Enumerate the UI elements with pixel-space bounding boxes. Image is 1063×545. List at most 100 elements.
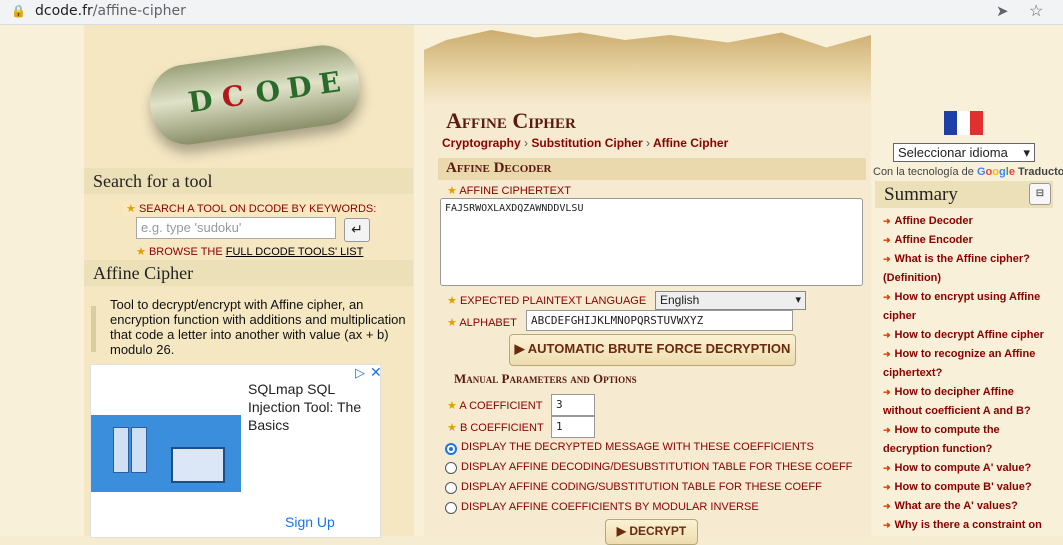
breadcrumb-substitution-cipher[interactable]: Substitution Cipher bbox=[531, 136, 642, 150]
bullet-icon: ➜ bbox=[883, 387, 891, 397]
summary-link[interactable]: Affine Encoder bbox=[895, 234, 973, 246]
a-coefficient-label-text: A COEFFICIENT bbox=[459, 400, 543, 412]
brute-force-decryption-button[interactable]: ▶ AUTOMATIC BRUTE FORCE DECRYPTION bbox=[509, 334, 796, 366]
send-icon[interactable]: ➤ bbox=[996, 2, 1009, 20]
google-logo[interactable]: Google bbox=[977, 166, 1015, 178]
logo-letter: D bbox=[186, 83, 215, 120]
summary-item[interactable]: ➜ How to decipher Affine without coeffici… bbox=[883, 383, 1053, 421]
option-radio-coding-table[interactable] bbox=[445, 482, 457, 494]
ad-signup-link[interactable]: Sign Up bbox=[285, 514, 335, 530]
breadcrumb-cryptography[interactable]: Cryptography bbox=[442, 136, 521, 150]
summary-link[interactable]: How to compute the decryption function? bbox=[883, 424, 1000, 455]
ad-title[interactable]: SQLmap SQL Injection Tool: The Basics bbox=[248, 380, 373, 434]
search-title-text: Search for a tool bbox=[93, 171, 213, 191]
translate-language-select[interactable]: Seleccionar idioma ▾ bbox=[893, 143, 1035, 162]
ciphertext-input[interactable]: FAJSRWOXLAXDQZAWNDDVLSU bbox=[440, 198, 863, 286]
summary-item[interactable]: ➜ How to compute the decryption function? bbox=[883, 421, 1053, 459]
summary-item[interactable]: ➜ How to recognize an Affine ciphertext? bbox=[883, 345, 1053, 383]
translator-link[interactable]: Traductor bbox=[1018, 166, 1063, 178]
bullet-icon: ➜ bbox=[883, 330, 891, 340]
ad-image[interactable] bbox=[91, 415, 241, 492]
summary-link[interactable]: What is the Affine cipher? (Definition) bbox=[883, 253, 1030, 284]
option-label[interactable]: DISPLAY AFFINE DECODING/DESUBSTITUTION T… bbox=[461, 461, 852, 473]
breadcrumb-affine-cipher[interactable]: Affine Cipher bbox=[653, 136, 728, 150]
parchment-header bbox=[424, 25, 871, 105]
summary-link[interactable]: Affine Decoder bbox=[895, 215, 973, 227]
browser-url-bar[interactable]: 🔒 dcode.fr/affine-cipher ➤ ☆ bbox=[0, 0, 1063, 25]
url-path: /affine-cipher bbox=[92, 3, 186, 19]
language-select-value: Seleccionar idioma bbox=[898, 145, 1008, 160]
summary-item[interactable]: ➜ Why is there a constraint on bbox=[883, 516, 1053, 535]
summary-link[interactable]: How to decrypt Affine cipher bbox=[895, 329, 1044, 341]
b-coefficient-input[interactable]: 1 bbox=[551, 416, 595, 438]
logo-letter: O bbox=[253, 73, 283, 110]
advertisement[interactable]: SQLmap SQL Injection Tool: The Basics Si… bbox=[90, 364, 382, 538]
full-tools-list-link[interactable]: FULL DCODE TOOLS' LIST bbox=[226, 246, 364, 258]
plaintext-language-label: ★ EXPECTED PLAINTEXT LANGUAGE bbox=[447, 294, 646, 307]
summary-title: Summary bbox=[884, 184, 958, 205]
decoder-title: Affine Decoder bbox=[446, 160, 552, 176]
summary-link[interactable]: How to compute A' value? bbox=[895, 462, 1032, 474]
summary-item[interactable]: ➜ What are the A' values? bbox=[883, 497, 1053, 516]
decoder-title-bar: Affine Decoder bbox=[438, 158, 866, 180]
flag-stripe bbox=[957, 111, 970, 135]
server-graphic bbox=[131, 427, 147, 473]
summary-item[interactable]: ➜ Affine Decoder bbox=[883, 212, 1053, 231]
a-coefficient-input[interactable]: 3 bbox=[551, 394, 595, 416]
summary-link[interactable]: How to decipher Affine without coefficie… bbox=[883, 386, 1031, 417]
summary-link[interactable]: Why is there a constraint on bbox=[895, 519, 1042, 531]
star-icon: ★ bbox=[447, 400, 457, 412]
summary-item[interactable]: ➜ How to compute B' value? bbox=[883, 478, 1053, 497]
star-icon: ★ bbox=[126, 203, 136, 215]
summary-item[interactable]: ➜ What is the Affine cipher? (Definition) bbox=[883, 250, 1053, 288]
ciphertext-label-text: AFFINE CIPHERTEXT bbox=[459, 185, 571, 197]
option-label[interactable]: DISPLAY AFFINE CODING/SUBSTITUTION TABLE… bbox=[461, 481, 822, 493]
bullet-icon: ➜ bbox=[883, 349, 891, 359]
bookmark-star-icon[interactable]: ☆ bbox=[1029, 1, 1043, 21]
adchoices-icon[interactable]: ▷ bbox=[355, 365, 365, 381]
summary-item[interactable]: ➜ How to compute A' value? bbox=[883, 459, 1053, 478]
tool-title-text: Affine Cipher bbox=[93, 263, 194, 283]
plaintext-language-select[interactable]: English ▾ bbox=[655, 291, 806, 310]
monitor-graphic bbox=[171, 447, 225, 483]
decrypt-button[interactable]: ▶ DECRYPT bbox=[605, 519, 698, 545]
bullet-icon: ➜ bbox=[883, 292, 891, 302]
dcode-logo[interactable]: D C O D E bbox=[120, 35, 390, 165]
star-icon: ★ bbox=[447, 295, 457, 307]
powered-prefix: Con la tecnología de bbox=[873, 166, 974, 178]
alphabet-input[interactable]: ABCDEFGHIJKLMNOPQRSTUVWXYZ bbox=[526, 310, 793, 331]
plaintext-language-label-text: EXPECTED PLAINTEXT LANGUAGE bbox=[459, 295, 647, 307]
manual-parameters-title: Manual Parameters and Options bbox=[454, 371, 637, 386]
option-radio-modular-inverse[interactable] bbox=[445, 502, 457, 514]
french-flag-icon[interactable] bbox=[944, 111, 984, 135]
summary-item[interactable]: ➜ Affine Encoder bbox=[883, 231, 1053, 250]
search-submit-button[interactable]: ↵ bbox=[344, 218, 370, 242]
summary-item[interactable]: ➜ How to decrypt Affine cipher bbox=[883, 326, 1053, 345]
flag-stripe bbox=[944, 111, 957, 135]
summary-link[interactable]: How to compute B' value? bbox=[895, 481, 1032, 493]
search-input[interactable]: e.g. type 'sudoku' bbox=[136, 217, 336, 239]
option-radio-decoding-table[interactable] bbox=[445, 462, 457, 474]
summary-link[interactable]: What are the A' values? bbox=[895, 500, 1018, 512]
summary-link[interactable]: How to encrypt using Affine cipher bbox=[883, 291, 1040, 322]
address-bar[interactable]: dcode.fr/affine-cipher bbox=[35, 3, 186, 19]
lock-icon[interactable]: 🔒 bbox=[11, 4, 26, 18]
option-label[interactable]: DISPLAY AFFINE COEFFICIENTS BY MODULAR I… bbox=[461, 501, 759, 513]
summary-item[interactable]: ➜ How to encrypt using Affine cipher bbox=[883, 288, 1053, 326]
search-section-title: Search for a tool bbox=[84, 168, 413, 194]
bullet-icon: ➜ bbox=[883, 482, 891, 492]
breadcrumb: Cryptography › Substitution Cipher › Aff… bbox=[442, 136, 728, 150]
url-domain: dcode.fr bbox=[35, 3, 93, 19]
tool-description: Tool to decrypt/encrypt with Affine ciph… bbox=[110, 297, 406, 357]
option-radio-decrypted-message[interactable] bbox=[445, 443, 457, 455]
chevron-down-icon: ▾ bbox=[1023, 145, 1030, 160]
b-coefficient-label-text: B COEFFICIENT bbox=[459, 422, 544, 434]
ciphertext-label: ★ AFFINE CIPHERTEXT bbox=[447, 184, 571, 197]
ad-close-icon[interactable]: ✕ bbox=[370, 364, 382, 381]
summary-header: Summary ⊟ bbox=[875, 181, 1053, 208]
collapse-toggle-icon[interactable]: ⊟ bbox=[1029, 183, 1051, 205]
tool-section-title: Affine Cipher bbox=[84, 260, 413, 286]
search-label-text: SEARCH A TOOL ON DCODE BY KEYWORDS: bbox=[138, 203, 377, 215]
option-label[interactable]: DISPLAY THE DECRYPTED MESSAGE WITH THESE… bbox=[461, 441, 814, 453]
summary-link[interactable]: How to recognize an Affine ciphertext? bbox=[883, 348, 1035, 379]
